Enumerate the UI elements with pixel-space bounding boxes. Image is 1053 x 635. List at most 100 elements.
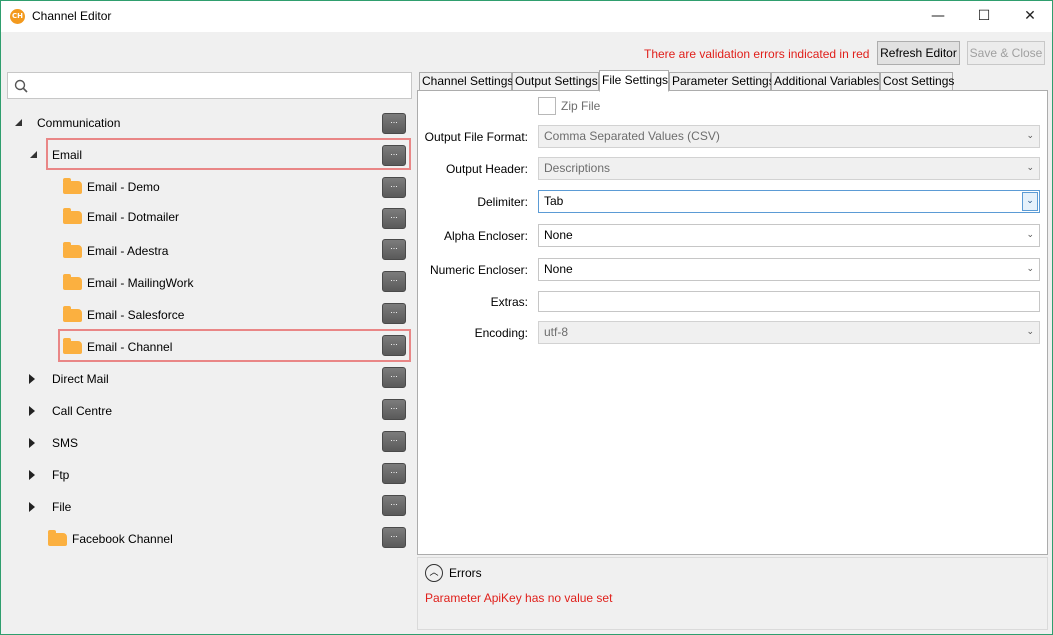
more-options-button[interactable]: ...	[382, 303, 406, 324]
delimiter-label: Delimiter:	[477, 195, 528, 209]
collapsed-arrow-icon[interactable]	[28, 406, 36, 416]
numeric-encloser-select[interactable]: None ⌄	[538, 258, 1040, 281]
tree-item-label: Call Centre	[52, 404, 113, 418]
extras-input[interactable]	[538, 291, 1040, 312]
tree-item-email-demo[interactable]: Email - Demo ...	[1, 173, 415, 201]
delimiter-value: Tab	[544, 194, 564, 208]
tab-output-settings[interactable]: Output Settings	[512, 72, 599, 91]
app-icon: CH	[10, 9, 25, 24]
collapsed-arrow-icon[interactable]	[28, 502, 36, 512]
output-file-format-label: Output File Format:	[424, 130, 528, 144]
extras-label: Extras:	[490, 295, 528, 309]
encoding-value: utf-8	[544, 325, 569, 339]
search-box[interactable]	[7, 72, 412, 99]
search-icon	[14, 79, 28, 93]
chevron-down-icon[interactable]: ⌄	[1022, 192, 1038, 211]
more-options-button[interactable]: ...	[382, 208, 406, 229]
chevron-down-icon: ⌄	[1026, 230, 1034, 240]
collapsed-arrow-icon[interactable]	[28, 374, 36, 384]
output-header-label: Output Header:	[445, 162, 528, 176]
tree-item-label: Facebook Channel	[72, 532, 173, 546]
errors-title: Errors	[449, 566, 482, 580]
validation-message: There are validation errors indicated in…	[644, 47, 870, 61]
tab-file-settings[interactable]: File Settings	[599, 70, 669, 92]
file-settings-panel: Zip File Output File Format: Comma Separ…	[417, 90, 1048, 555]
title-bar: CH Channel Editor — ☐ ✕	[1, 1, 1052, 32]
encoding-label: Encoding:	[474, 326, 528, 340]
error-message: Parameter ApiKey has no value set	[425, 591, 613, 605]
refresh-editor-button[interactable]: Refresh Editor	[877, 41, 960, 65]
window-title: Channel Editor	[32, 9, 112, 23]
tree-item-facebook-channel[interactable]: Facebook Channel ...	[1, 525, 415, 553]
more-options-button[interactable]: ...	[382, 527, 406, 548]
more-options-button[interactable]: ...	[382, 271, 406, 292]
output-header-value: Descriptions	[544, 161, 611, 175]
validation-error-highlight	[58, 329, 411, 362]
tree-item-label: SMS	[52, 436, 79, 450]
tree-item-call-centre[interactable]: Call Centre ...	[1, 397, 415, 425]
search-input[interactable]	[34, 76, 404, 95]
delimiter-select[interactable]: Tab ⌄	[538, 190, 1040, 213]
tree-item-direct-mail[interactable]: Direct Mail ...	[1, 365, 415, 393]
tree-item-label: Ftp	[52, 468, 70, 482]
validation-error-highlight	[46, 138, 411, 170]
save-close-button[interactable]: Save & Close	[967, 41, 1045, 65]
tree-item-email-mailingwork[interactable]: Email - MailingWork ...	[1, 269, 415, 297]
output-header-select[interactable]: Descriptions ⌄	[538, 157, 1040, 180]
tree-item-email-adestra[interactable]: Email - Adestra ...	[1, 237, 415, 265]
tab-parameter-settings[interactable]: Parameter Settings	[669, 72, 775, 91]
tree-item-communication[interactable]: Communication ...	[1, 109, 415, 137]
tree-item-sms[interactable]: SMS ...	[1, 429, 415, 457]
folder-icon	[48, 530, 67, 546]
minimize-button[interactable]: —	[915, 1, 961, 32]
tree-item-label: Communication	[37, 116, 121, 130]
folder-icon	[63, 208, 82, 224]
alpha-encloser-label: Alpha Encloser:	[443, 229, 528, 243]
output-file-format-value: Comma Separated Values (CSV)	[544, 129, 720, 143]
collapsed-arrow-icon[interactable]	[28, 470, 36, 480]
maximize-button[interactable]: ☐	[961, 1, 1007, 32]
tab-cost-settings[interactable]: Cost Settings	[880, 72, 954, 91]
chevron-down-icon: ⌄	[1026, 131, 1034, 141]
zip-file-checkbox[interactable]	[538, 97, 556, 115]
more-options-button[interactable]: ...	[382, 239, 406, 260]
more-options-button[interactable]: ...	[382, 495, 406, 516]
collapse-up-icon[interactable]: ︿	[425, 564, 443, 582]
tree-item-label: Email - Adestra	[87, 244, 169, 258]
tree-item-email-salesforce[interactable]: Email - Salesforce ...	[1, 301, 415, 329]
folder-icon	[63, 242, 82, 258]
channel-editor-window: CH Channel Editor — ☐ ✕ There are valida…	[0, 0, 1053, 635]
collapsed-arrow-icon[interactable]	[28, 438, 36, 448]
tree-item-ftp[interactable]: Ftp ...	[1, 461, 415, 489]
channel-tree: Communication ... Email ... Email - Demo…	[1, 105, 415, 555]
alpha-encloser-value: None	[544, 228, 573, 242]
tree-item-label: Direct Mail	[52, 372, 109, 386]
zip-file-label: Zip File	[561, 99, 601, 113]
chevron-down-icon: ⌄	[1026, 163, 1034, 173]
more-options-button[interactable]: ...	[382, 177, 406, 198]
more-options-button[interactable]: ...	[382, 431, 406, 452]
tree-item-label: Email - Salesforce	[87, 308, 185, 322]
output-file-format-select[interactable]: Comma Separated Values (CSV) ⌄	[538, 125, 1040, 148]
numeric-encloser-value: None	[544, 262, 573, 276]
tree-item-label: Email - MailingWork	[87, 276, 194, 290]
close-button[interactable]: ✕	[1007, 1, 1053, 32]
expanded-arrow-icon[interactable]	[15, 119, 23, 127]
more-options-button[interactable]: ...	[382, 367, 406, 388]
expanded-arrow-icon[interactable]	[30, 151, 38, 159]
folder-icon	[63, 306, 82, 322]
more-options-button[interactable]: ...	[382, 399, 406, 420]
tree-item-label: File	[52, 500, 72, 514]
alpha-encloser-select[interactable]: None ⌄	[538, 224, 1040, 247]
numeric-encloser-label: Numeric Encloser:	[429, 263, 528, 277]
tab-channel-settings[interactable]: Channel Settings	[419, 72, 513, 91]
tree-item-file[interactable]: File ...	[1, 493, 415, 521]
more-options-button[interactable]: ...	[382, 113, 406, 134]
tree-item-label: Email - Demo	[87, 180, 160, 194]
more-options-button[interactable]: ...	[382, 463, 406, 484]
folder-icon	[63, 274, 82, 290]
tree-item-email-dotmailer[interactable]: Email - Dotmailer ...	[1, 203, 415, 231]
encoding-select[interactable]: utf-8 ⌄	[538, 321, 1040, 344]
tab-additional-variables[interactable]: Additional Variables	[771, 72, 880, 91]
folder-icon	[63, 178, 82, 194]
